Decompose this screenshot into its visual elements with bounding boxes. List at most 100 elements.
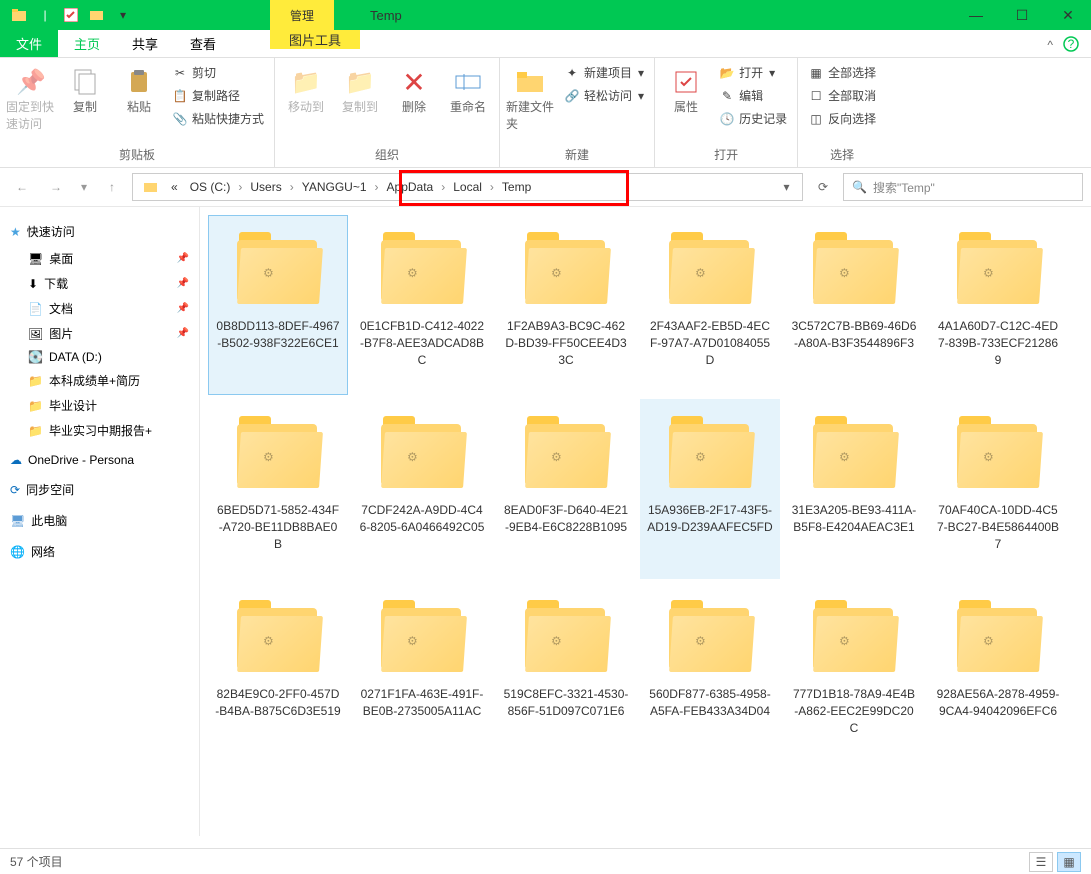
back-button[interactable]: ←: [8, 173, 36, 201]
crumb[interactable]: YANGGU~1: [296, 180, 373, 194]
chevron-right-icon[interactable]: ›: [236, 180, 244, 194]
crumb[interactable]: Temp: [496, 180, 537, 194]
crumb-overflow[interactable]: «: [165, 180, 184, 194]
refresh-button[interactable]: ⟳: [809, 173, 837, 201]
folder-item[interactable]: ⚙560DF877-6385-4958-A5FA-FEB433A34D04: [640, 583, 780, 763]
tab-view[interactable]: 查看: [174, 30, 232, 57]
help-icon[interactable]: ?: [1063, 36, 1079, 52]
pin-icon: 📌: [177, 328, 189, 339]
copyto-button[interactable]: 📁复制到: [335, 62, 385, 115]
sidebar-item[interactable]: 📄文档📌: [0, 296, 199, 321]
newfolder-icon[interactable]: [86, 4, 108, 26]
folder-item[interactable]: ⚙15A936EB-2F17-43F5-AD19-D239AAFEC5FD: [640, 399, 780, 579]
folder-icon: ⚙: [233, 406, 323, 496]
properties-button[interactable]: 属性: [661, 62, 711, 115]
sidebar-item[interactable]: ⬇下载📌: [0, 271, 199, 296]
sidebar-item[interactable]: 📁本科成绩单+简历: [0, 368, 199, 393]
search-box[interactable]: 🔍 搜索"Temp": [843, 173, 1083, 201]
history-button[interactable]: 🕓历史记录: [715, 108, 791, 129]
sidebar-item[interactable]: 💽DATA (D:): [0, 346, 199, 368]
tab-home[interactable]: 主页: [58, 30, 116, 57]
invert-button[interactable]: ◫反向选择: [804, 108, 880, 129]
pasteshortcut-button[interactable]: 📎粘贴快捷方式: [168, 108, 268, 129]
address-row: ← → ▾ ↑ « OS (C:)› Users› YANGGU~1› AppD…: [0, 168, 1091, 206]
nav-quick-access[interactable]: ★快速访问: [0, 219, 199, 244]
chevron-right-icon[interactable]: ›: [288, 180, 296, 194]
folder-icon[interactable]: [137, 180, 165, 194]
chevron-right-icon[interactable]: ›: [373, 180, 381, 194]
folder-item[interactable]: ⚙519C8EFC-3321-4530-856F-51D097C071E6: [496, 583, 636, 763]
network-icon: 🌐: [10, 545, 25, 559]
properties-icon[interactable]: [60, 4, 82, 26]
folder-icon[interactable]: [8, 4, 30, 26]
folder-item[interactable]: ⚙8EAD0F3F-D640-4E21-9EB4-E6C8228B1095: [496, 399, 636, 579]
newfolder-button[interactable]: 新建文件夹: [506, 62, 556, 132]
address-bar[interactable]: « OS (C:)› Users› YANGGU~1› AppData› Loc…: [132, 173, 803, 201]
sidebar-item[interactable]: 📁毕业实习中期报告+: [0, 418, 199, 443]
pin-button[interactable]: 📌固定到快速访问: [6, 62, 56, 132]
nav-onedrive[interactable]: ☁OneDrive - Persona: [0, 449, 199, 471]
folder-item[interactable]: ⚙0271F1FA-463E-491F-BE0B-2735005A11AC: [352, 583, 492, 763]
cut-button[interactable]: ✂剪切: [168, 62, 268, 83]
folder-item[interactable]: ⚙82B4E9C0-2FF0-457D-B4BA-B875C6D3E519: [208, 583, 348, 763]
chevron-right-icon[interactable]: ›: [488, 180, 496, 194]
crumb[interactable]: Users: [244, 180, 287, 194]
newitem-button[interactable]: ✦新建项目▾: [560, 62, 648, 83]
easyaccess-button[interactable]: 🔗轻松访问▾: [560, 85, 648, 106]
copypath-icon: 📋: [172, 88, 188, 104]
selectall-icon: ▦: [808, 65, 824, 81]
folder-item[interactable]: ⚙928AE56A-2878-4959-9CA4-94042096EFC6: [928, 583, 1068, 763]
folder-item[interactable]: ⚙3C572C7B-BB69-46D6-A80A-B3F3544896F3: [784, 215, 924, 395]
tab-file[interactable]: 文件: [0, 30, 58, 57]
minimize-button[interactable]: —: [953, 0, 999, 30]
folder-item[interactable]: ⚙1F2AB9A3-BC9C-462D-BD39-FF50CEE4D33C: [496, 215, 636, 395]
nav-this-pc[interactable]: 🖥此电脑: [0, 508, 199, 533]
close-button[interactable]: ✕: [1045, 0, 1091, 30]
folder-item[interactable]: ⚙2F43AAF2-EB5D-4ECF-97A7-A7D01084055D: [640, 215, 780, 395]
tab-picture-tools[interactable]: 图片工具: [270, 30, 360, 49]
folder-item[interactable]: ⚙0E1CFB1D-C412-4022-B7F8-AEE3ADCAD8BC: [352, 215, 492, 395]
folder-name: 0E1CFB1D-C412-4022-B7F8-AEE3ADCAD8BC: [359, 318, 485, 368]
tab-share[interactable]: 共享: [116, 30, 174, 57]
copy-button[interactable]: 复制: [60, 62, 110, 115]
copypath-button[interactable]: 📋复制路径: [168, 85, 268, 106]
crumb[interactable]: Local: [447, 180, 488, 194]
folder-item[interactable]: ⚙4A1A60D7-C12C-4ED7-839B-733ECF212869: [928, 215, 1068, 395]
folder-item[interactable]: ⚙6BED5D71-5852-434F-A720-BE11DB8BAE0B: [208, 399, 348, 579]
crumb[interactable]: AppData: [381, 180, 440, 194]
content-pane[interactable]: ⚙0B8DD113-8DEF-4967-B502-938F322E6CE1⚙0E…: [200, 207, 1091, 836]
folder-item[interactable]: ⚙70AF40CA-10DD-4C57-BC27-B4E5864400B7: [928, 399, 1068, 579]
selectall-button[interactable]: ▦全部选择: [804, 62, 880, 83]
crumb[interactable]: OS (C:): [184, 180, 237, 194]
details-view-button[interactable]: ☰: [1029, 852, 1053, 872]
moveto-button[interactable]: 📁移动到: [281, 62, 331, 115]
selectnone-button[interactable]: ☐全部取消: [804, 85, 880, 106]
icons-view-button[interactable]: ▦: [1057, 852, 1081, 872]
maximize-button[interactable]: ☐: [999, 0, 1045, 30]
sidebar-item[interactable]: 🖼图片📌: [0, 321, 199, 346]
nav-network[interactable]: 🌐网络: [0, 539, 199, 564]
open-button[interactable]: 📂打开▾: [715, 62, 791, 83]
collapse-ribbon-icon[interactable]: ^: [1047, 38, 1053, 52]
recent-dropdown[interactable]: ▾: [76, 173, 92, 201]
folder-item[interactable]: ⚙777D1B18-78A9-4E4B-A862-EEC2E99DC20C: [784, 583, 924, 763]
qat-dropdown-icon[interactable]: ▾: [112, 4, 134, 26]
folder-name: 777D1B18-78A9-4E4B-A862-EEC2E99DC20C: [791, 686, 917, 736]
folder-name: 519C8EFC-3321-4530-856F-51D097C071E6: [503, 686, 629, 720]
nav-sync[interactable]: ⟳同步空间: [0, 477, 199, 502]
chevron-right-icon[interactable]: ›: [439, 180, 447, 194]
rename-button[interactable]: 重命名: [443, 62, 493, 115]
folder-item[interactable]: ⚙31E3A205-BE93-411A-B5F8-E4204AEAC3E1: [784, 399, 924, 579]
up-button[interactable]: ↑: [98, 173, 126, 201]
forward-button[interactable]: →: [42, 173, 70, 201]
folder-item[interactable]: ⚙0B8DD113-8DEF-4967-B502-938F322E6CE1: [208, 215, 348, 395]
edit-button[interactable]: ✎编辑: [715, 85, 791, 106]
sidebar-item[interactable]: 📁毕业设计: [0, 393, 199, 418]
group-organize: 📁移动到 📁复制到 ✕删除 重命名 组织: [275, 58, 500, 167]
folder-icon: ⚙: [953, 590, 1043, 680]
folder-item[interactable]: ⚙7CDF242A-A9DD-4C46-8205-6A0466492C05: [352, 399, 492, 579]
paste-button[interactable]: 粘贴: [114, 62, 164, 115]
delete-button[interactable]: ✕删除: [389, 62, 439, 115]
address-dropdown[interactable]: ▾: [774, 180, 798, 194]
sidebar-item[interactable]: 🖥桌面📌: [0, 246, 199, 271]
